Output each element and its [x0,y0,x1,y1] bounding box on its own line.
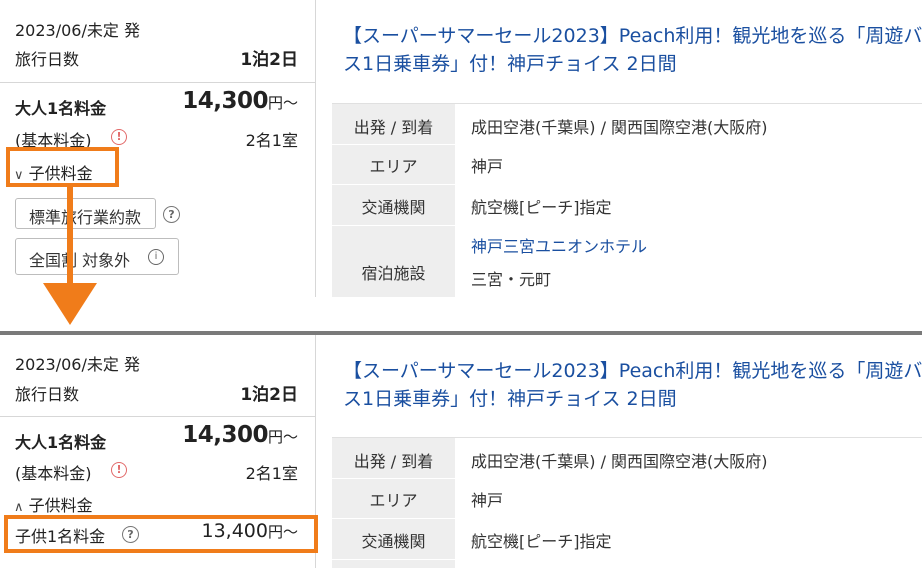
tour-info-table: 出発 / 到着 成田空港(千葉県) / 関西国際空港(大阪府) エリア 神戸 交… [332,437,922,568]
help-icon[interactable]: ? [163,206,180,223]
row-value: 神戸 [471,491,504,510]
highlight-box [6,147,119,187]
divider [0,416,315,417]
tour-card-expanded: 2023/06/未定 発 旅行日数 1泊2日 大人1名料金 14,300円～ (… [0,335,922,568]
table-row: 交通機関 航空機[ピーチ]指定 [332,519,922,560]
row-header: 交通機関 [332,185,455,225]
departure-date: 2023/06/未定 発 [15,355,140,374]
arrow-down-icon [43,283,97,325]
row-value: 航空機[ピーチ]指定 [471,198,612,217]
row-value: 成田空港(千葉県) / 関西国際空港(大阪府) [471,118,768,137]
adult-price: 14,300円～ [182,88,298,114]
warning-icon[interactable]: ! [111,129,127,145]
hotel-area: 三宮・元町 [471,270,552,289]
row-value: 成田空港(千葉県) / 関西国際空港(大阪府) [471,452,768,471]
table-row: 出発 / 到着 成田空港(千葉県) / 関西国際空港(大阪府) [332,438,922,479]
duration-value: 1泊2日 [240,50,298,70]
yen-suffix: 円～ [267,94,298,112]
duration-value: 1泊2日 [240,385,298,405]
room-occupancy: 2名1室 [245,131,298,150]
row-header: 宿泊施設 [332,226,455,297]
adult-price-label: 大人1名料金 [15,433,107,452]
tour-card-collapsed: 2023/06/未定 発 旅行日数 1泊2日 大人1名料金 14,300円～ (… [0,0,922,297]
tour-info-table: 出発 / 到着 成田空港(千葉県) / 関西国際空港(大阪府) エリア 神戸 交… [332,103,922,297]
hotel-link[interactable]: 神戸三宮ユニオンホテル [471,233,647,257]
child-price-toggle-label: 子供料金 [28,496,93,515]
table-row: 出発 / 到着 成田空港(千葉県) / 関西国際空港(大阪府) [332,104,922,145]
row-header: 出発 / 到着 [332,438,455,478]
row-header: エリア [332,145,455,184]
table-row: エリア 神戸 [332,145,922,185]
highlight-box [4,515,318,553]
departure-date: 2023/06/未定 発 [15,21,140,40]
table-row: 宿泊施設 神戸三宮ユニオンホテル 三宮・元町 [332,226,922,297]
base-price-label: (基本料金) [15,464,92,483]
row-value: 神戸 [471,157,504,176]
panel-gap [0,297,922,335]
duration-label: 旅行日数 [15,385,80,404]
adult-price-label: 大人1名料金 [15,99,107,118]
info-icon[interactable]: i [148,249,164,265]
row-header: 出発 / 到着 [332,104,455,144]
tour-details: 【スーパーサマーセール2023】Peach利用！観光地を巡る「周遊バス1日乗車券… [316,0,922,297]
table-row: エリア 神戸 [332,479,922,519]
chevron-up-icon: ∧ [14,500,24,515]
tour-details: 【スーパーサマーセール2023】Peach利用！観光地を巡る「周遊バス1日乗車券… [316,335,922,568]
transition-arrow [67,183,73,283]
divider [0,82,315,83]
row-value: 航空機[ピーチ]指定 [471,532,612,551]
tour-title-link[interactable]: 【スーパーサマーセール2023】Peach利用！観光地を巡る「周遊バス1日乗車券… [343,357,922,413]
table-row [332,560,922,568]
standard-terms-button[interactable]: 標準旅行業約款 [15,198,156,229]
adult-price: 14,300円～ [182,422,298,448]
row-header: 交通機関 [332,519,455,559]
warning-icon[interactable]: ! [111,462,127,478]
national-discount-label: 全国割 対象外 [29,251,131,270]
adult-price-value: 14,300 [182,422,268,448]
row-header: エリア [332,479,455,518]
table-row: 交通機関 航空機[ピーチ]指定 [332,185,922,226]
tour-title-link[interactable]: 【スーパーサマーセール2023】Peach利用！観光地を巡る「周遊バス1日乗車券… [343,22,922,78]
room-occupancy: 2名1室 [245,464,298,483]
standard-terms-label: 標準旅行業約款 [29,208,142,227]
duration-label: 旅行日数 [15,50,80,69]
row-header [332,560,455,568]
child-price-toggle[interactable]: ∧ 子供料金 [14,492,93,516]
yen-suffix: 円～ [267,428,298,446]
adult-price-value: 14,300 [182,88,268,114]
